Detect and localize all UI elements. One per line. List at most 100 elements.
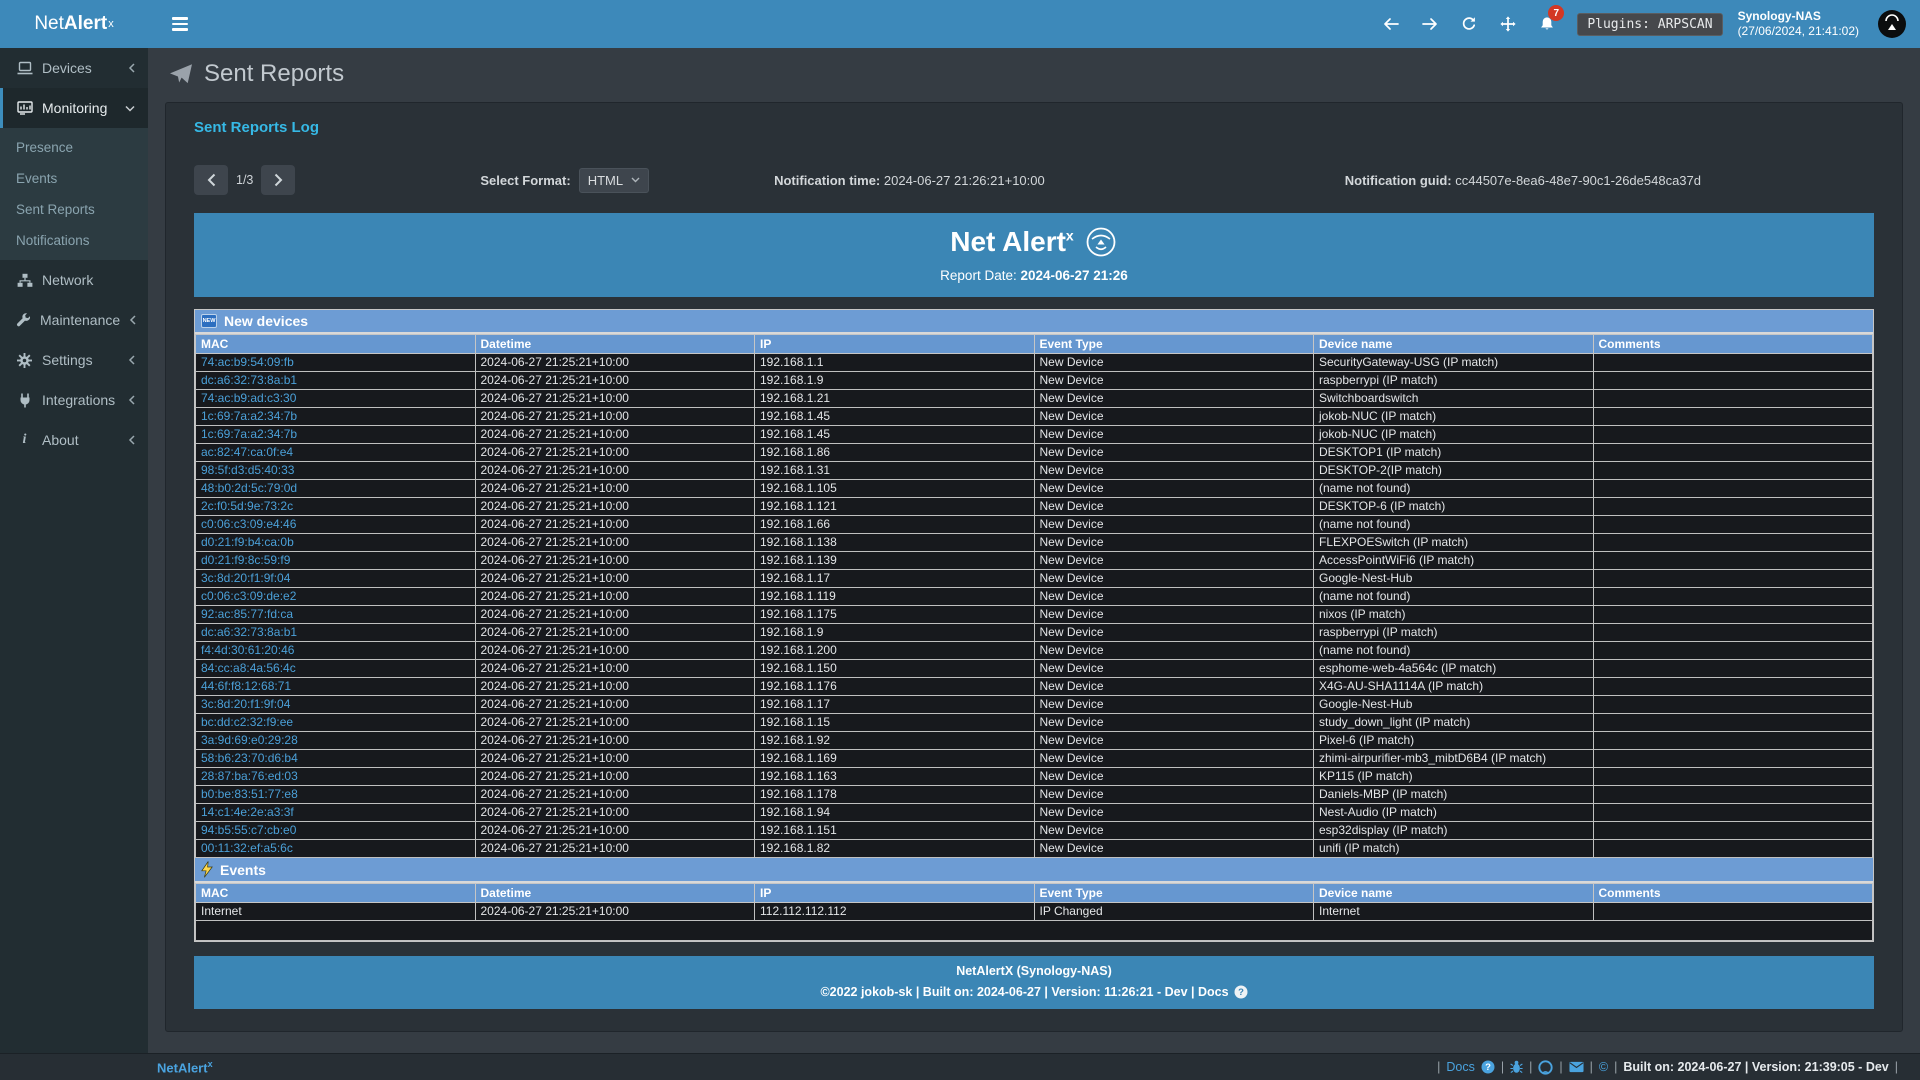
- sidebar-item-devices[interactable]: Devices: [0, 48, 148, 88]
- prev-page-button[interactable]: [194, 165, 228, 195]
- separator: |: [1590, 1060, 1593, 1074]
- datetime-cell: 2024-06-27 21:25:21+10:00: [475, 768, 755, 786]
- notification-guid-group: Notification guid: cc44507e-8ea6-48e7-90…: [1345, 173, 1701, 188]
- ip-cell: 192.168.1.31: [755, 462, 1035, 480]
- copyright-icon[interactable]: ©: [1599, 1060, 1608, 1074]
- sidebar-item-label: Devices: [42, 60, 119, 76]
- format-group: Select Format: HTML: [480, 168, 649, 193]
- col-datetime: Datetime: [475, 884, 755, 903]
- main-content: Sent Reports Sent Reports Log 1/3 Select…: [148, 48, 1920, 1053]
- mac-cell[interactable]: f4:4d:30:61:20:46: [196, 642, 476, 660]
- wrench-icon: [16, 313, 31, 328]
- back-arrow-icon[interactable]: [1376, 9, 1406, 39]
- table-row: bc:dd:c2:32:f9:ee2024-06-27 21:25:21+10:…: [196, 714, 1873, 732]
- mac-cell[interactable]: 1c:69:7a:a2:34:7b: [196, 408, 476, 426]
- mac-cell[interactable]: 28:87:ba:76:ed:03: [196, 768, 476, 786]
- bug-icon[interactable]: [1510, 1060, 1523, 1074]
- forward-arrow-icon[interactable]: [1415, 9, 1445, 39]
- mac-cell[interactable]: 3c:8d:20:f1:9f:04: [196, 696, 476, 714]
- table-row: 1c:69:7a:a2:34:7b2024-06-27 21:25:21+10:…: [196, 408, 1873, 426]
- comments-cell: [1593, 786, 1873, 804]
- datetime-cell: 2024-06-27 21:25:21+10:00: [475, 444, 755, 462]
- mac-cell[interactable]: 00:11:32:ef:a5:6c: [196, 840, 476, 858]
- mac-cell[interactable]: 58:b6:23:70:d6:b4: [196, 750, 476, 768]
- mac-cell[interactable]: 74:ac:b9:54:09:fb: [196, 354, 476, 372]
- event-type-cell: IP Changed: [1034, 903, 1314, 921]
- mac-cell[interactable]: dc:a6:32:73:8a:b1: [196, 372, 476, 390]
- table-header-row: MAC Datetime IP Event Type Device name C…: [196, 335, 1873, 354]
- sidebar-item-presence[interactable]: Presence: [0, 132, 148, 163]
- svg-text:?: ?: [1485, 1062, 1491, 1073]
- mac-cell[interactable]: 2c:f0:5d:9e:73:2c: [196, 498, 476, 516]
- event-type-cell: New Device: [1034, 786, 1314, 804]
- mac-cell[interactable]: ac:82:47:ca:0f:e4: [196, 444, 476, 462]
- comments-cell: [1593, 354, 1873, 372]
- col-comments: Comments: [1593, 335, 1873, 354]
- mac-cell[interactable]: 14:c1:4e:2e:a3:3f: [196, 804, 476, 822]
- event-type-cell: New Device: [1034, 372, 1314, 390]
- sidebar-item-integrations[interactable]: Integrations: [0, 380, 148, 420]
- user-avatar[interactable]: [1878, 10, 1906, 38]
- sidebar-item-sent-reports[interactable]: Sent Reports: [0, 194, 148, 225]
- sidebar-item-about[interactable]: i About: [0, 420, 148, 460]
- mac-cell[interactable]: 98:5f:d3:d5:40:33: [196, 462, 476, 480]
- mac-cell[interactable]: 1c:69:7a:a2:34:7b: [196, 426, 476, 444]
- mac-cell[interactable]: dc:a6:32:73:8a:b1: [196, 624, 476, 642]
- mac-cell[interactable]: b0:be:83:51:77:e8: [196, 786, 476, 804]
- sidebar-item-monitoring[interactable]: Monitoring: [0, 88, 148, 128]
- sidebar-item-network[interactable]: Network: [0, 260, 148, 300]
- ip-cell: 192.168.1.45: [755, 408, 1035, 426]
- question-circle-icon[interactable]: ?: [1481, 1060, 1495, 1074]
- comments-cell: [1593, 606, 1873, 624]
- ip-cell: 192.168.1.17: [755, 696, 1035, 714]
- sidebar-toggle-icon[interactable]: [166, 11, 194, 37]
- app-logo[interactable]: NetAlertx: [0, 0, 148, 48]
- mail-icon[interactable]: [1569, 1061, 1584, 1073]
- format-select[interactable]: HTML: [579, 168, 649, 193]
- event-type-cell: New Device: [1034, 552, 1314, 570]
- refresh-icon[interactable]: [1454, 9, 1484, 39]
- event-type-cell: New Device: [1034, 606, 1314, 624]
- event-type-cell: New Device: [1034, 534, 1314, 552]
- mac-cell[interactable]: c0:06:c3:09:e4:46: [196, 516, 476, 534]
- sidebar-item-settings[interactable]: Settings: [0, 340, 148, 380]
- datetime-cell: 2024-06-27 21:25:21+10:00: [475, 804, 755, 822]
- bell-icon[interactable]: 7: [1532, 9, 1562, 39]
- question-circle-icon[interactable]: ?: [1234, 985, 1248, 999]
- comments-cell: [1593, 390, 1873, 408]
- table-header-row: MAC Datetime IP Event Type Device name C…: [196, 884, 1873, 903]
- sidebar-item-notifications[interactable]: Notifications: [0, 225, 148, 256]
- mac-cell[interactable]: 84:cc:a8:4a:56:4c: [196, 660, 476, 678]
- ip-cell: 112.112.112.112: [755, 903, 1035, 921]
- device-name-cell: AccessPointWiFi6 (IP match): [1314, 552, 1594, 570]
- pagination: 1/3: [194, 165, 295, 195]
- next-page-button[interactable]: [261, 165, 295, 195]
- chevron-left-icon: [128, 395, 135, 405]
- mac-cell[interactable]: 44:6f:f8:12:68:71: [196, 678, 476, 696]
- mac-cell[interactable]: 3c:8d:20:f1:9f:04: [196, 570, 476, 588]
- event-type-cell: New Device: [1034, 390, 1314, 408]
- mac-cell[interactable]: 74:ac:b9:ad:c3:30: [196, 390, 476, 408]
- mac-cell[interactable]: c0:06:c3:09:de:e2: [196, 588, 476, 606]
- docs-link[interactable]: Docs: [1446, 1060, 1474, 1074]
- mac-cell[interactable]: d0:21:f9:b4:ca:0b: [196, 534, 476, 552]
- new-devices-section-header: NEW New devices: [195, 310, 1873, 334]
- statusbar-brand-link[interactable]: NetAlertx: [157, 1059, 213, 1075]
- plugins-status-badge[interactable]: Plugins: ARPSCAN: [1577, 13, 1722, 36]
- sent-reports-log-link[interactable]: Sent Reports Log: [194, 119, 319, 136]
- move-icon[interactable]: [1493, 9, 1523, 39]
- github-icon[interactable]: [1538, 1060, 1553, 1075]
- mac-cell[interactable]: 3a:9d:69:e0:29:28: [196, 732, 476, 750]
- chevron-left-icon: [129, 315, 136, 325]
- mac-cell[interactable]: 48:b0:2d:5c:79:0d: [196, 480, 476, 498]
- separator: |: [1437, 1060, 1440, 1074]
- ip-cell: 192.168.1.82: [755, 840, 1035, 858]
- mac-cell[interactable]: d0:21:f9:8c:59:f9: [196, 552, 476, 570]
- sidebar-item-events[interactable]: Events: [0, 163, 148, 194]
- mac-cell[interactable]: 94:b5:55:c7:cb:e0: [196, 822, 476, 840]
- mac-cell[interactable]: bc:dd:c2:32:f9:ee: [196, 714, 476, 732]
- ip-cell: 192.168.1.9: [755, 372, 1035, 390]
- ip-cell: 192.168.1.169: [755, 750, 1035, 768]
- mac-cell[interactable]: 92:ac:85:77:fd:ca: [196, 606, 476, 624]
- sidebar-item-maintenance[interactable]: Maintenance: [0, 300, 148, 340]
